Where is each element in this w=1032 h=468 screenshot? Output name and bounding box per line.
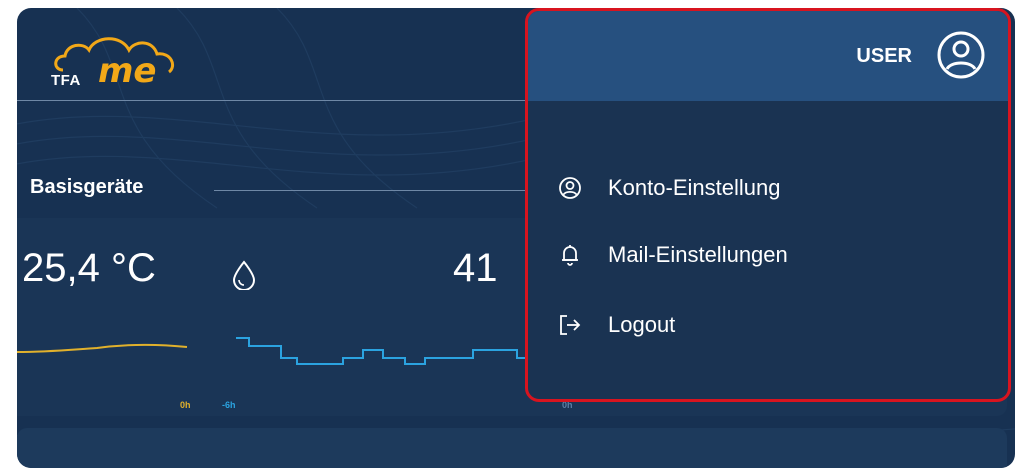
menu-item-label: Konto-Einstellung [608, 175, 781, 200]
logo-accent-text: me [98, 51, 157, 91]
user-dropdown-menu: USER Konto-Einstellung Mail-Einstellunge… [525, 8, 1011, 402]
section-divider [214, 190, 534, 191]
humidity-value: 41 [453, 246, 498, 290]
user-menu-header[interactable]: USER [528, 11, 1008, 101]
menu-item-account-settings[interactable]: Konto-Einstellung [558, 175, 780, 201]
menu-item-logout[interactable]: Logout [558, 312, 675, 338]
menu-item-mail-settings[interactable]: Mail-Einstellungen [558, 242, 788, 268]
account-circle-icon [559, 177, 581, 199]
temperature-value: 25,4 °C [22, 246, 156, 290]
humidity-sparkline [236, 337, 537, 365]
section-title: Basisgeräte [30, 176, 144, 198]
header-divider [17, 100, 527, 101]
second-device-card[interactable] [17, 428, 1007, 468]
logo-text: TFA [51, 72, 81, 89]
chart-tick-hum-minus6h: -6h [222, 400, 236, 410]
chart-tick-temp-0h: 0h [180, 400, 191, 410]
sparkline-chart [17, 337, 537, 365]
logout-icon [560, 315, 581, 335]
menu-item-label: Logout [608, 312, 676, 337]
humidity-drop-icon [232, 260, 256, 290]
menu-item-label: Mail-Einstellungen [608, 242, 788, 267]
user-label[interactable]: USER [856, 45, 912, 68]
temperature-sparkline [17, 343, 188, 353]
user-avatar-icon[interactable] [936, 30, 986, 80]
bell-icon [562, 245, 578, 266]
